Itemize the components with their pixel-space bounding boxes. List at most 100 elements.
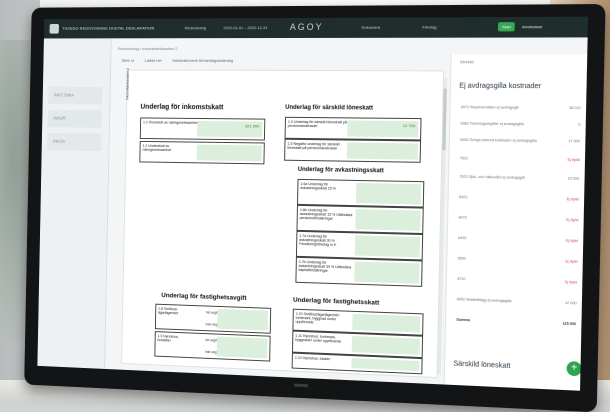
monitor: • TAXEDO REDOVISNING DIGITAL DEKLARATION… [24, 4, 606, 412]
tax-form: Inkomstdeklaration 2 Underlag för inkoms… [121, 68, 445, 379]
sub-label: hel avgift [205, 338, 218, 343]
row-value: 0 [578, 122, 581, 127]
row-label: 1.6a Underlag för avkastningsskatt 15 % [300, 181, 336, 191]
form-row: 1.5 Negativt underlag för särskild lönes… [284, 138, 422, 163]
panel-top-label: Särskild [459, 60, 474, 65]
screen: TAXEDO REDOVISNING DIGITAL DEKLARATION R… [37, 16, 589, 391]
add-button[interactable]: + [566, 361, 582, 377]
sidebar-item-ink2s[interactable]: INK2S [47, 132, 102, 152]
panel-row: 8423 Ej ifylld [459, 195, 579, 206]
user-menu[interactable]: Användare [522, 24, 543, 29]
row-label: 8710 [457, 276, 466, 282]
panel-row: 8490 Ej ifylld [458, 236, 578, 247]
control-redovisning[interactable]: Redovisning [185, 25, 206, 30]
row-label: 1.8 Småhus/ ägarlägenhet [158, 306, 179, 316]
row-value: Ej ifylld [565, 238, 578, 244]
row-value: Ej ifylld [565, 259, 578, 264]
panel-row: 6982 Föreningsavgifter ej avdragsgilla 0 [460, 121, 580, 130]
toolbar: Skriv ut Ladda ner Deklarationens förhan… [122, 58, 243, 63]
row-label: 6072 Representation ej avdragsgill [460, 105, 519, 110]
row-value: Ej ifylld [566, 197, 579, 202]
sub-label: hel avgift [205, 310, 219, 315]
value-field[interactable] [217, 308, 269, 331]
form-row: 1.6a Underlag för avkastningsskatt 15 % [297, 178, 425, 208]
row-value: Ej ifylld [566, 217, 579, 223]
row-value: 15 000 [567, 176, 580, 181]
row-label: 8490 [458, 235, 467, 241]
row-label: 1.1 Överskott av näringsverksamhet [142, 120, 198, 125]
row-label: 8452 Skattetillägg ej avdragsgilla [456, 297, 512, 304]
scrollbar-thumb[interactable] [442, 88, 447, 150]
row-value: 38 010 [568, 105, 581, 111]
control-dokument[interactable]: Dokument [361, 25, 380, 30]
panel-bottom-title: Särskild löneskatt [453, 360, 511, 371]
panel-row: 7623 Sjuk- och hälsovård ej avdragsgill 1… [459, 175, 579, 185]
row-label: 8423 [458, 195, 468, 200]
section-sarskild-loneskatt: Underlag för särskild löneskatt [285, 104, 374, 112]
print-button[interactable]: Skriv ut [122, 58, 135, 63]
preview-button[interactable]: Deklarationens förhandsgranskning [172, 58, 233, 63]
row-label: 1.12 Hyreshus: lokaler [294, 355, 331, 362]
row-label: 7623 Sjuk- och hälsovård ej avdragsgill [459, 174, 525, 180]
value-field[interactable] [196, 144, 262, 162]
row-label: 6992 Övriga externa kostnader ej avdrags… [460, 137, 537, 143]
row-label: 1.7a Underlag för avkastningsskatt 30 % … [299, 233, 337, 248]
brand-logo: AGOY [289, 21, 324, 32]
panel-row: 8710 Ej ifylld [457, 277, 577, 289]
row-label: 1.9 Hyreshus, bostäder [157, 334, 179, 343]
section-avkastningsskatt: Underlag för avkastningsskatt [297, 166, 384, 175]
start-button[interactable]: Start [497, 22, 515, 32]
panel-row: 8472 Ej ifylld [458, 215, 579, 227]
row-label: 8472 [458, 215, 467, 220]
value-field[interactable] [216, 336, 268, 359]
panel-sum-row: Summa 115 000 [456, 318, 576, 331]
sidebar-item-ink2r[interactable]: INK2R [47, 109, 102, 128]
panel-row: 8452 Skattetillägg ej avdragsgilla 12 000 [457, 297, 577, 309]
row-label: 1.6b Underlag för avkastningsskatt 15 % … [299, 207, 353, 222]
value-field[interactable] [353, 261, 420, 284]
form-row: 1.1 Överskott av näringsverksamhet 321 9… [139, 117, 266, 141]
value-field[interactable] [347, 142, 418, 160]
form-row: 1.4 Underlag för särskild löneskatt på p… [284, 116, 422, 141]
panel-row: 7622 Ej ifylld [460, 156, 580, 166]
row-label: 8500 [457, 256, 467, 261]
row-label: 1.5 Negativt underlag för särskild lönes… [287, 141, 340, 151]
row-label: 1.4 Underlag för särskild löneskatt på p… [287, 119, 347, 129]
row-value: 17 000 [568, 139, 581, 144]
sidebar: INK2 Sidor INK2R INK2S [37, 38, 112, 369]
value-field[interactable] [352, 335, 420, 355]
control-foretag[interactable]: Företag [422, 24, 436, 29]
download-button[interactable]: Ladda ner [145, 58, 162, 63]
row-label: 1.7b Underlag för avkastningsskatt 30 % … [298, 259, 352, 274]
form-row: 1.7b Underlag för avkastningsskatt 30 % … [295, 256, 423, 287]
sidebar-item-ink2-sidor[interactable]: INK2 Sidor [48, 86, 103, 105]
row-label: 1.2 Underskott av näringsverksamhet [142, 143, 172, 153]
panel-row: 8500 Ej ifylld [458, 256, 578, 268]
form-row: 1.6b Underlag för avkastningsskatt 15 % … [296, 204, 424, 235]
value-field[interactable] [351, 358, 420, 372]
monitor-logo [294, 383, 309, 388]
value-field[interactable] [355, 182, 422, 205]
panel-title: Ej avdragsgilla kostnader [459, 82, 542, 91]
app-logo-icon [49, 23, 59, 34]
value-field[interactable] [352, 313, 421, 333]
section-fastighetsskatt: Underlag för fastighetsskatt [292, 296, 380, 307]
control-period[interactable]: 2022-01-01 – 2022-12-31 [223, 25, 267, 30]
row-value: 321 900 [245, 123, 260, 129]
value-field[interactable] [354, 209, 421, 231]
panel-row: 6072 Representation ej avdragsgill 38 010 [461, 105, 581, 114]
row-label: Summa [456, 317, 470, 323]
row-value: 12 700 [402, 122, 416, 129]
form-side-text: Inkomstdeklaration 2 [125, 68, 130, 100]
section-inkomstskatt: Underlag för inkomstskatt [140, 103, 224, 112]
breadcrumb: Redovisning • Inkomstdeklaration 2 [118, 46, 178, 51]
right-panel: Särskild Ej avdragsgilla kostnader 6072 … [443, 54, 589, 391]
row-value: Ej ifylld [567, 157, 580, 163]
value-field[interactable] [354, 235, 421, 258]
top-bar: TAXEDO REDOVISNING DIGITAL DEKLARATION R… [43, 16, 589, 39]
form-row: 1.8 Småhus/ ägarlägenhet hel avgift halv… [154, 303, 272, 334]
form-row: 1.2 Underskott av näringsverksamhet [139, 140, 265, 165]
row-label: 1.10 Småhus/ägarlägenhet: tomtmark, bygg… [295, 311, 340, 325]
app-name: TAXEDO REDOVISNING DIGITAL DEKLARATION [62, 25, 155, 31]
row-label: 7622 [459, 156, 469, 161]
